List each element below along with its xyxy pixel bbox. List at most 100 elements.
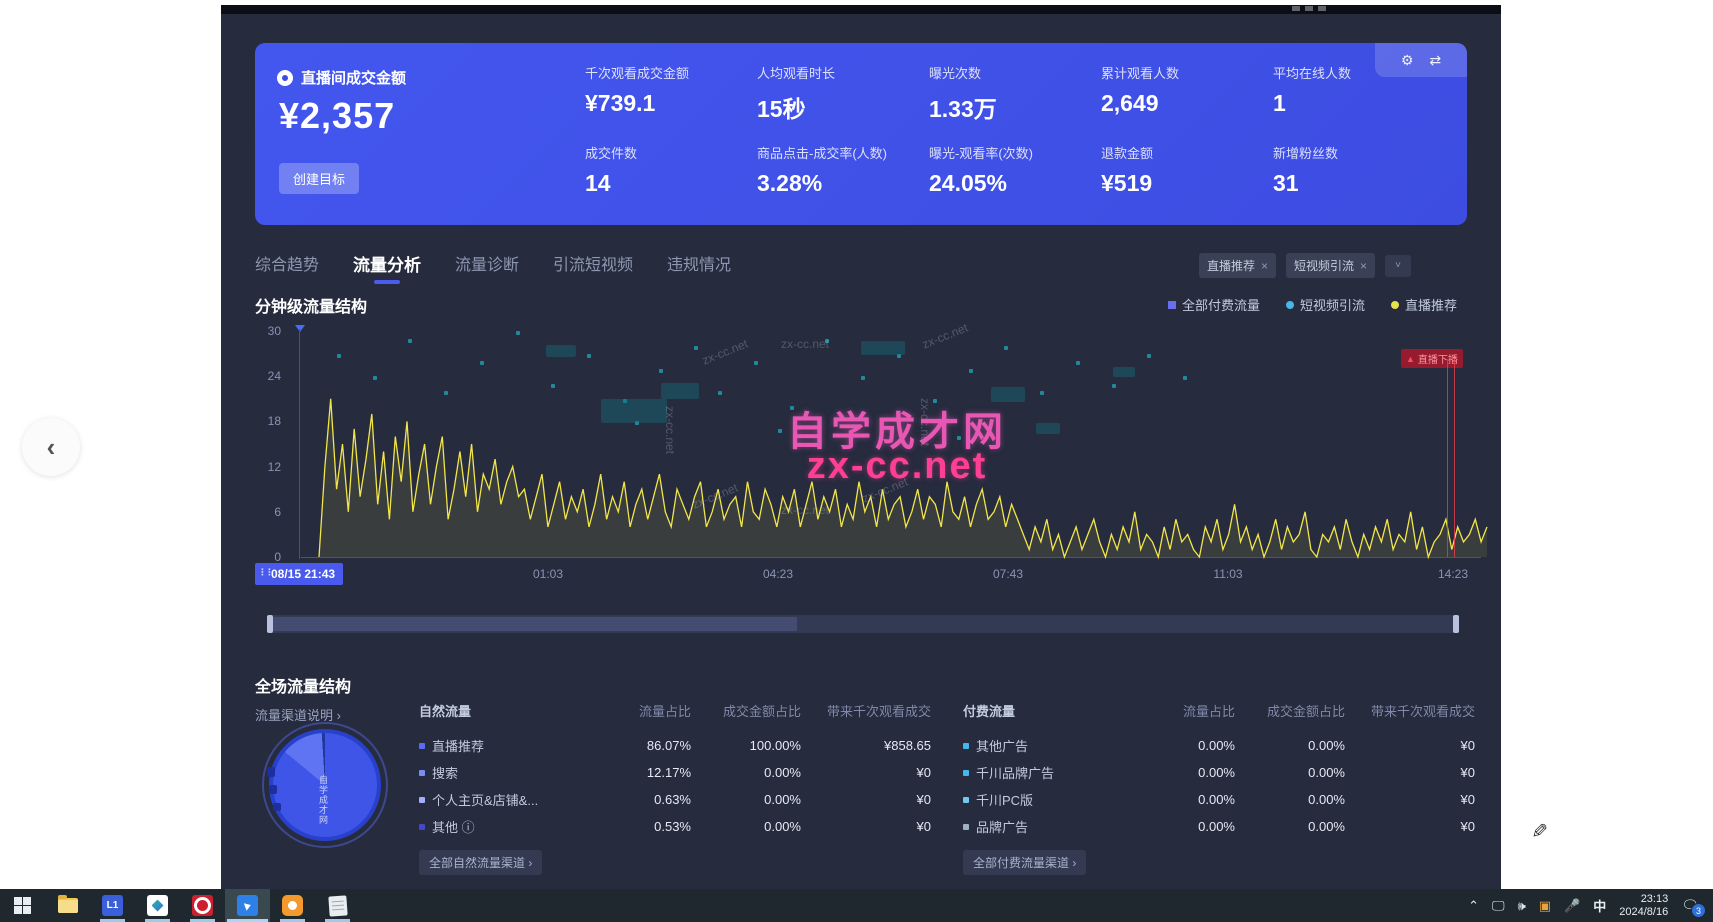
target-icon — [277, 70, 293, 86]
channel-explain-link[interactable]: 流量渠道说明 › — [255, 705, 341, 724]
notepad-button[interactable] — [315, 889, 360, 922]
volume-icon[interactable]: 🕪 — [1518, 898, 1526, 914]
slider-handle-right[interactable] — [1453, 615, 1459, 633]
metric: 新增粉丝数 31 — [1273, 143, 1445, 213]
scatter-point — [694, 346, 698, 350]
table-row[interactable]: 千川品牌广告 0.00% 0.00% ¥0 — [963, 759, 1475, 786]
x-axis-start-badge[interactable]: 08/15 21:43 — [255, 563, 343, 585]
donut-watermark: 自学成才网 — [317, 775, 330, 825]
back-button[interactable]: ‹ — [22, 418, 80, 476]
taskbar-apps: L1 — [0, 889, 360, 922]
tab-overall-trend[interactable]: 综合趋势 — [255, 251, 319, 284]
column-header: 流量占比 — [1135, 701, 1235, 720]
scatter-point — [969, 369, 973, 373]
minute-traffic-chart[interactable]: 0612182430 zx-cc.net zx-cc.net zx-cc.net… — [255, 327, 1483, 627]
camera-app-button[interactable] — [270, 889, 315, 922]
table-row[interactable]: 个人主页&店铺&... 0.63% 0.00% ¥0 — [419, 786, 931, 813]
channel-bullet-icon — [963, 797, 969, 803]
y-tick-label: 30 — [268, 324, 281, 338]
scatter-point — [861, 376, 865, 380]
tray-chevron-icon[interactable]: ⌃ — [1468, 898, 1479, 914]
paid-traffic-table: 付费流量 流量占比 成交金额占比 带来千次观看成交 其他广告 0.00% 0.0… — [963, 701, 1475, 875]
column-header: 带来千次观看成交 — [1345, 701, 1475, 720]
x-tick-label: 07:43 — [993, 567, 1023, 581]
legend-short-video[interactable]: 短视频引流 — [1286, 295, 1365, 314]
scatter-point — [1183, 376, 1187, 380]
x-tick-label: 04:23 — [763, 567, 793, 581]
legend-dot-icon — [1391, 301, 1399, 309]
column-header: 成交金额占比 — [1235, 701, 1345, 720]
channel-bullet-icon — [963, 743, 969, 749]
ime-indicator[interactable]: 中 — [1593, 896, 1606, 915]
tab-short-video[interactable]: 引流短视频 — [553, 251, 633, 284]
y-tick-label: 6 — [274, 505, 281, 519]
file-explorer-button[interactable] — [45, 889, 90, 922]
marker-line — [1454, 359, 1455, 557]
table-row[interactable]: 搜索 12.17% 0.00% ¥0 — [419, 759, 931, 786]
slider-preview — [273, 617, 797, 631]
donut-segment — [273, 803, 281, 811]
scatter-point — [718, 391, 722, 395]
y-tick-label: 12 — [268, 460, 281, 474]
x-axis-labels: 01:0304:2307:4311:0314:23 — [301, 567, 1493, 587]
arrow-app-icon — [237, 895, 258, 916]
all-natural-channels-link[interactable]: 全部自然流量渠道 › — [419, 850, 542, 875]
windows-logo-icon — [14, 897, 31, 914]
legend-paid[interactable]: 全部付费流量 — [1168, 295, 1260, 314]
microphone-icon[interactable]: 🎤 — [1564, 898, 1580, 914]
close-icon[interactable]: × — [1261, 259, 1268, 273]
scatter-point — [444, 391, 448, 395]
create-goal-button[interactable]: 创建目标 — [279, 163, 359, 194]
chevron-down-icon[interactable]: ˅ — [1385, 255, 1411, 277]
all-paid-channels-link[interactable]: 全部付费流量渠道 › — [963, 850, 1086, 875]
natural-traffic-table: 自然流量 流量占比 成交金额占比 带来千次观看成交 直播推荐 86.07% 10… — [419, 701, 931, 875]
y-axis-line — [299, 329, 300, 559]
scatter-point — [778, 429, 782, 433]
close-icon[interactable]: × — [1360, 259, 1367, 273]
notification-badge: 3 — [1691, 903, 1706, 918]
tab-violations[interactable]: 违规情况 — [667, 251, 731, 284]
metric: 曝光次数 1.33万 — [929, 63, 1101, 133]
camera-app-icon — [282, 895, 303, 916]
legend-live-recommend[interactable]: 直播推荐 — [1391, 295, 1457, 314]
tab-traffic-analysis[interactable]: 流量分析 — [353, 251, 421, 284]
chip-live-recommend[interactable]: 直播推荐 × — [1199, 253, 1276, 278]
metric: 千次观看成交金额 ¥739.1 — [585, 63, 757, 133]
meeting-app-button[interactable] — [135, 889, 180, 922]
warning-icon: ▲ — [1406, 354, 1415, 364]
watermark-blob — [546, 345, 576, 357]
watermark-blob — [1113, 367, 1135, 377]
chip-short-video[interactable]: 短视频引流 × — [1286, 253, 1375, 278]
table-row[interactable]: 千川PC版 0.00% 0.00% ¥0 — [963, 786, 1475, 813]
column-header: 带来千次观看成交 — [801, 701, 931, 720]
notification-icon[interactable]: 🗨3 — [1681, 897, 1699, 914]
legend-square-icon — [1168, 301, 1176, 309]
traffic-donut-chart: 自学成才网 — [269, 729, 381, 841]
scatter-point — [480, 361, 484, 365]
x-tick-label: 01:03 — [533, 567, 563, 581]
watermark-blob — [661, 383, 699, 399]
metric: 退款金额 ¥519 — [1101, 143, 1273, 213]
windows-taskbar: L1 ⌃ 🖵 🕪 ▣ 🎤 中 23:13 2024/8/16 🗨3 — [0, 889, 1713, 922]
snip-tool-icon[interactable]: ▣ — [1539, 898, 1551, 914]
channel-bullet-icon — [419, 797, 425, 803]
l1-app-icon: L1 — [102, 895, 123, 916]
slider-handle-left[interactable] — [267, 615, 273, 633]
l1-app-button[interactable]: L1 — [90, 889, 135, 922]
time-range-slider[interactable] — [267, 615, 1459, 633]
browser-app-button[interactable] — [225, 889, 270, 922]
clock-time: 23:13 — [1619, 893, 1668, 906]
scatter-point — [551, 384, 555, 388]
y-axis: 0612182430 — [255, 327, 289, 563]
table-row[interactable]: 品牌广告 0.00% 0.00% ¥0 — [963, 813, 1475, 840]
recorder-app-button[interactable] — [180, 889, 225, 922]
tab-traffic-diagnosis[interactable]: 流量诊断 — [455, 251, 519, 284]
filter-chips: 直播推荐 × 短视频引流 × ˅ — [1199, 253, 1411, 278]
table-row[interactable]: 其他广告 0.00% 0.00% ¥0 — [963, 732, 1475, 759]
network-icon[interactable]: 🖵 — [1492, 898, 1505, 914]
analysis-tabs: 综合趋势 流量分析 流量诊断 引流短视频 违规情况 — [255, 251, 731, 284]
table-row[interactable]: 直播推荐 86.07% 100.00% ¥858.65 — [419, 732, 931, 759]
table-row[interactable]: 其他 ⓘ 0.53% 0.00% ¥0 — [419, 813, 931, 840]
taskbar-clock[interactable]: 23:13 2024/8/16 — [1619, 893, 1668, 919]
start-button[interactable] — [0, 889, 45, 922]
